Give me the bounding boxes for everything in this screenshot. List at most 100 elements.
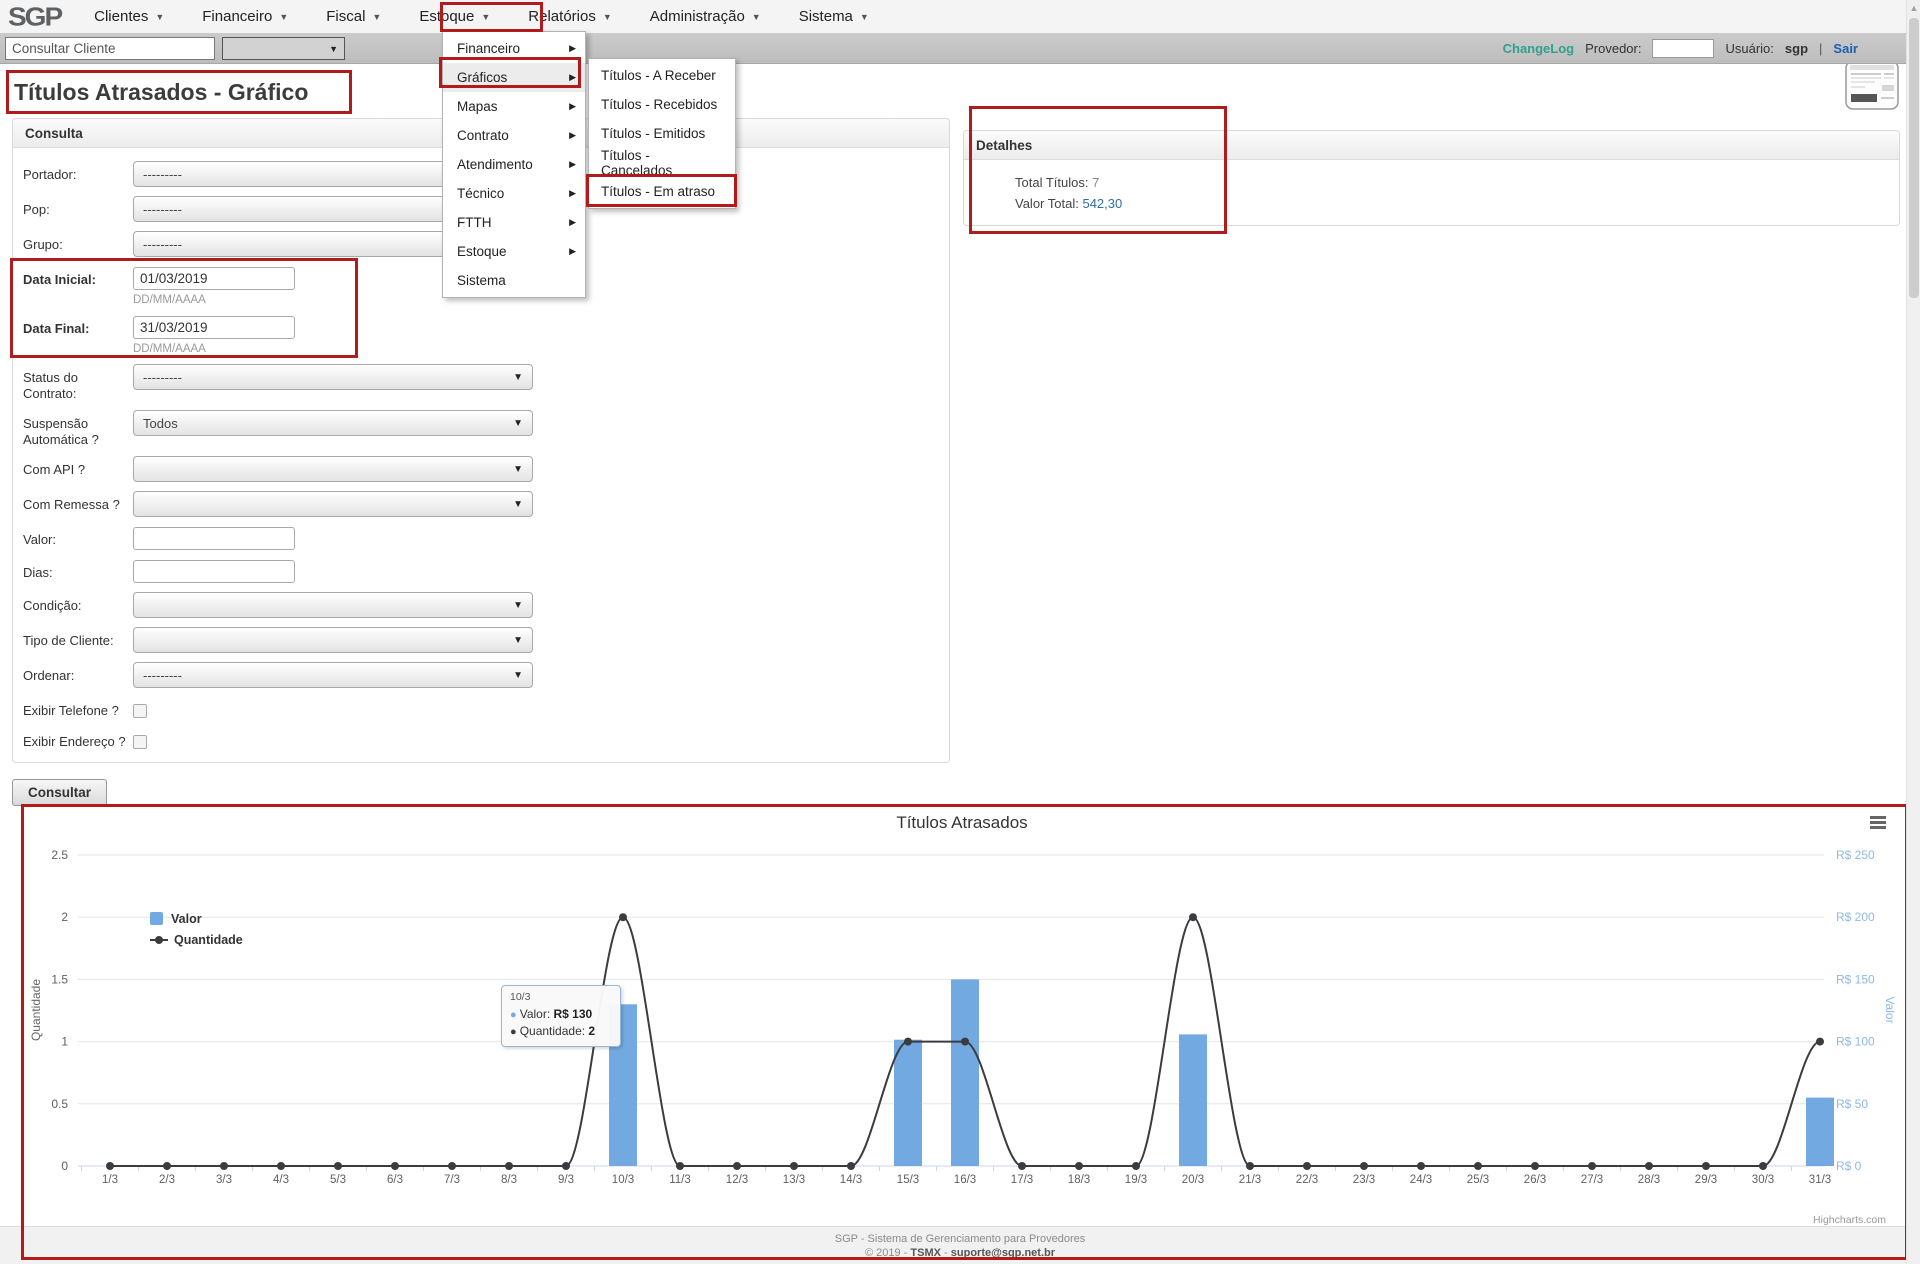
line-marker-12/3[interactable] [733,1162,741,1170]
submenu-item-titulos-a-receber[interactable]: Títulos - A Receber [589,61,735,90]
toolbar-select[interactable]: ▼ [222,37,345,60]
line-marker-29/3[interactable] [1702,1162,1710,1170]
line-marker-13/3[interactable] [790,1162,798,1170]
menu-item-estoque[interactable]: Estoque▶ [443,237,585,266]
line-marker-4/3[interactable] [277,1162,285,1170]
menu-item-sistema[interactable]: Sistema [443,266,585,295]
provedor-input[interactable] [1652,39,1714,58]
consultar-button[interactable]: Consultar [12,779,107,806]
exibir-telefone-checkbox[interactable] [133,704,147,718]
valor-input[interactable] [133,527,295,550]
submenu-item-titulos-recebidos[interactable]: Títulos - Recebidos [589,90,735,119]
chevron-right-icon: ▶ [569,217,576,228]
line-marker-17/3[interactable] [1018,1162,1026,1170]
line-marker-22/3[interactable] [1303,1162,1311,1170]
line-marker-5/3[interactable] [334,1162,342,1170]
data-final-input[interactable] [133,316,295,339]
menu-item-financeiro[interactable]: Financeiro▶ [443,34,585,63]
chevron-right-icon: ▶ [569,72,576,83]
line-marker-14/3[interactable] [847,1162,855,1170]
nav-menu-financeiro[interactable]: Financeiro▼ [183,0,307,33]
line-marker-1/3[interactable] [106,1162,114,1170]
submenu-item-titulos-cancelados[interactable]: Títulos - Cancelados [589,148,735,177]
line-marker-10/3[interactable] [619,913,627,921]
x-axis-label: 4/3 [273,1174,289,1186]
line-marker-16/3[interactable] [961,1038,969,1046]
line-marker-2/3[interactable] [163,1162,171,1170]
line-marker-8/3[interactable] [505,1162,513,1170]
field-control [133,526,295,550]
line-marker-3/3[interactable] [220,1162,228,1170]
nav-menu-label: Fiscal [326,8,365,25]
line-marker-9/3[interactable] [562,1162,570,1170]
detalhes-panel: Detalhes Total Títulos: 7 Valor Total: 5… [963,130,1900,226]
nav-menu-fiscal[interactable]: Fiscal▼ [307,0,400,33]
menu-item-label: FTTH [457,215,492,230]
data-inicial-input[interactable] [133,267,295,290]
menu-item-ftth[interactable]: FTTH ▶ [443,208,585,237]
footer-email[interactable]: suporte@sgp.net.br [951,1247,1055,1259]
line-marker-11/3[interactable] [676,1162,684,1170]
com-api-select[interactable]: ▼ [133,456,533,482]
vertical-scrollbar[interactable]: ▲ [1906,0,1920,1264]
nav-menu-administracao[interactable]: Administração▼ [631,0,780,33]
line-marker-15/3[interactable] [904,1038,912,1046]
line-marker-18/3[interactable] [1075,1162,1083,1170]
line-marker-7/3[interactable] [448,1162,456,1170]
line-marker-27/3[interactable] [1588,1162,1596,1170]
nav-menu-estoque[interactable]: Estoque▼ [400,0,509,33]
highcharts-credit[interactable]: Highcharts.com [1813,1214,1886,1226]
line-marker-28/3[interactable] [1645,1162,1653,1170]
nav-menu-relatorios[interactable]: Relatórios▼ [509,0,630,33]
bar-31/3[interactable] [1806,1098,1834,1166]
chevron-down-icon: ▼ [279,12,288,22]
line-marker-21/3[interactable] [1246,1162,1254,1170]
changelog-link[interactable]: ChangeLog [1503,41,1575,56]
scrollbar-up-arrow-icon[interactable]: ▲ [1907,0,1920,16]
x-axis-label: 18/3 [1068,1174,1090,1186]
menu-item-mapas[interactable]: Mapas▶ [443,92,585,121]
suspensao-automatica-select[interactable]: Todos▼ [133,410,533,436]
boleto-document-icon[interactable] [1845,58,1900,113]
scrollbar-thumb[interactable] [1909,18,1919,298]
line-marker-31/3[interactable] [1816,1038,1824,1046]
line-marker-19/3[interactable] [1132,1162,1140,1170]
nav-menu-clientes[interactable]: Clientes▼ [75,0,183,33]
x-axis-label: 3/3 [216,1174,232,1186]
line-marker-30/3[interactable] [1759,1162,1767,1170]
bar-20/3[interactable] [1179,1034,1207,1166]
menu-item-atendimento[interactable]: Atendimento▶ [443,150,585,179]
bar-16/3[interactable] [951,979,979,1166]
condicao-select[interactable]: ▼ [133,592,533,618]
line-marker-24/3[interactable] [1417,1162,1425,1170]
status-do-contrato-select[interactable]: ---------▼ [133,364,533,390]
nav-menu-sistema[interactable]: Sistema▼ [780,0,888,33]
dias-input[interactable] [133,560,295,583]
ordenar-select[interactable]: ---------▼ [133,662,533,688]
search-input[interactable] [5,37,215,60]
footer-company: TSMX [910,1247,941,1259]
line-marker-20/3[interactable] [1189,913,1197,921]
chevron-right-icon: ▶ [569,159,576,170]
menu-item-label: Técnico [457,186,504,201]
submenu-item-titulos-em-atraso[interactable]: Títulos - Em atraso [589,177,735,206]
submenu-item-titulos-emitidos[interactable]: Títulos - Emitidos [589,119,735,148]
bar-15/3[interactable] [894,1040,922,1166]
exibir-endereco-checkbox[interactable] [133,735,147,749]
legend-quantidade-label: Quantidade [174,933,243,947]
menu-item-contrato[interactable]: Contrato▶ [443,121,585,150]
field-label: Valor: [23,526,133,548]
tipo-de-cliente-select[interactable]: ▼ [133,627,533,653]
line-marker-6/3[interactable] [391,1162,399,1170]
line-marker-26/3[interactable] [1531,1162,1539,1170]
line-marker-25/3[interactable] [1474,1162,1482,1170]
x-axis-label: 23/3 [1353,1174,1375,1186]
select-value: --------- [143,668,182,683]
x-axis-label: 25/3 [1467,1174,1489,1186]
menu-item-tecnico[interactable]: Técnico▶ [443,179,585,208]
logout-link[interactable]: Sair [1833,41,1858,56]
com-remessa-select[interactable]: ▼ [133,491,533,517]
menu-item-graficos[interactable]: Gráficos▶ [443,63,585,92]
chart-context-menu-icon[interactable] [1870,816,1886,829]
line-marker-23/3[interactable] [1360,1162,1368,1170]
